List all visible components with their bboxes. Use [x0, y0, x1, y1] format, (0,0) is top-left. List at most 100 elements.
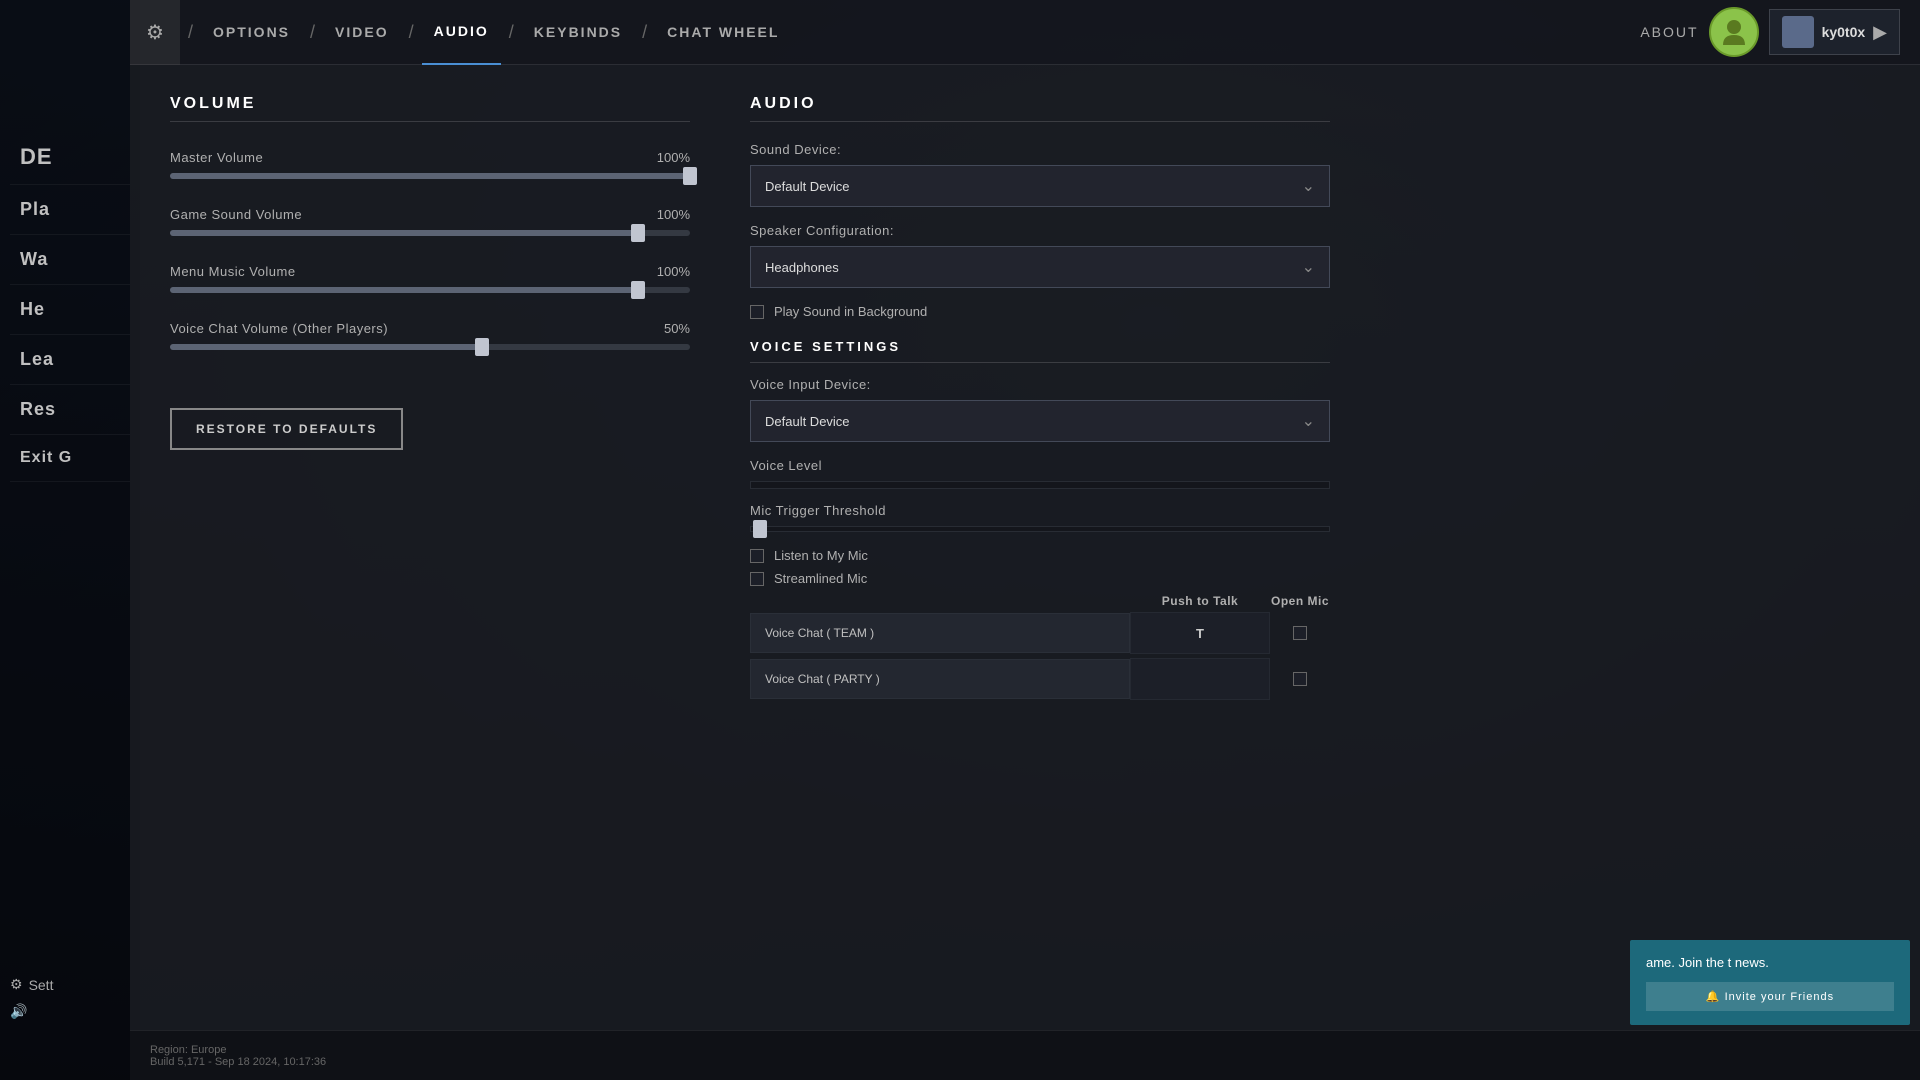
settings-panel: VOLUME Master Volume 100% Game Sound Vol…: [130, 65, 1920, 1080]
settings-link[interactable]: ⚙ Sett: [10, 976, 53, 993]
sound-device-value: Default Device: [765, 179, 850, 194]
listen-mic-checkbox[interactable]: [750, 549, 764, 563]
play-sound-bg-checkbox[interactable]: [750, 305, 764, 319]
left-menu-item-he[interactable]: He: [10, 285, 130, 335]
streamlined-mic-checkbox[interactable]: [750, 572, 764, 586]
left-panel: DE Pla Wa He Lea Res Exit G ⚙ Sett 🔊: [0, 0, 140, 1080]
volume-control-game: Game Sound Volume 100%: [170, 207, 690, 236]
voice-party-open-mic-cell: [1270, 658, 1330, 700]
voice-chat-label: Voice Chat Volume (Other Players): [170, 321, 388, 336]
nav-sep-1: /: [188, 22, 193, 43]
audio-section-title: AUDIO: [750, 95, 1330, 122]
user-profile-box[interactable]: ky0t0x ▶: [1769, 9, 1900, 55]
build-label: Build 5,171 - Sep 18 2024, 10:17:36: [150, 1056, 326, 1068]
nav-sep-5: /: [642, 22, 647, 43]
left-menu-item-pla[interactable]: Pla: [10, 185, 130, 235]
mic-threshold-thumb[interactable]: [753, 520, 767, 538]
sound-device-dropdown[interactable]: Default Device ⌄: [750, 165, 1330, 207]
nav-video[interactable]: VIDEO: [323, 0, 401, 65]
nav-keybinds[interactable]: KEYBINDS: [522, 0, 634, 65]
master-volume-value: 100%: [657, 150, 690, 165]
voice-level-label: Voice Level: [750, 458, 1330, 473]
voice-input-value: Default Device: [765, 414, 850, 429]
nav-audio[interactable]: AUDIO: [422, 0, 501, 65]
restore-defaults-button[interactable]: RESTORE TO DEFAULTS: [170, 408, 403, 450]
game-sound-thumb[interactable]: [631, 224, 645, 242]
voice-input-dropdown[interactable]: Default Device ⌄: [750, 400, 1330, 442]
avatar-icon: [1719, 17, 1749, 47]
nav-chat-wheel[interactable]: CHAT WHEEL: [655, 0, 791, 65]
nav-options[interactable]: OPTIONS: [201, 0, 302, 65]
voice-level-bar: [750, 481, 1330, 489]
speaker-config-label: Speaker Configuration:: [750, 223, 1330, 238]
gear-icon: ⚙: [10, 976, 23, 993]
voice-party-label: Voice Chat ( PARTY ): [750, 659, 1130, 699]
open-mic-col-header: Open Mic: [1270, 594, 1330, 608]
audio-icon: 🔊: [10, 1003, 27, 1019]
voice-row-team: Voice Chat ( TEAM ) T: [750, 612, 1330, 654]
top-bar: ⚙ / OPTIONS / VIDEO / AUDIO / KEYBINDS /…: [130, 0, 1920, 65]
master-volume-row: Master Volume 100%: [170, 150, 690, 165]
left-menu-item-res[interactable]: Res: [10, 385, 130, 435]
play-sound-bg-row: Play Sound in Background: [750, 304, 1330, 319]
left-menu-item-wa[interactable]: Wa: [10, 235, 130, 285]
gear-icon-container[interactable]: ⚙: [130, 0, 180, 65]
menu-music-label: Menu Music Volume: [170, 264, 296, 279]
volume-control-voice-chat: Voice Chat Volume (Other Players) 50%: [170, 321, 690, 350]
game-sound-label: Game Sound Volume: [170, 207, 302, 222]
menu-music-slider[interactable]: [170, 287, 690, 293]
master-volume-fill: [170, 173, 690, 179]
volume-control-master: Master Volume 100%: [170, 150, 690, 179]
master-volume-thumb[interactable]: [683, 167, 697, 185]
region-label: Region: Europe: [150, 1044, 326, 1056]
mic-threshold-bar[interactable]: [750, 526, 1330, 532]
master-volume-slider[interactable]: [170, 173, 690, 179]
mic-threshold-label: Mic Trigger Threshold: [750, 503, 1330, 518]
speaker-config-dropdown[interactable]: Headphones ⌄: [750, 246, 1330, 288]
nav-about[interactable]: ABOUT: [1640, 24, 1698, 40]
play-icon: ▶: [1873, 22, 1887, 43]
push-to-talk-col-header: Push to Talk: [1130, 594, 1270, 608]
nav-sep-3: /: [409, 22, 414, 43]
voice-party-open-mic-checkbox[interactable]: [1293, 672, 1307, 686]
volume-section-title: VOLUME: [170, 95, 690, 122]
audio-section: AUDIO Sound Device: Default Device ⌄ Spe…: [750, 95, 1330, 1050]
game-sound-row: Game Sound Volume 100%: [170, 207, 690, 222]
voice-chat-fill: [170, 344, 482, 350]
notification-text-content: ame. Join the t news.: [1646, 955, 1769, 970]
play-sound-bg-label: Play Sound in Background: [774, 304, 927, 319]
game-sound-slider[interactable]: [170, 230, 690, 236]
speaker-config-value: Headphones: [765, 260, 839, 275]
user-avatar[interactable]: [1709, 7, 1759, 57]
streamlined-mic-row: Streamlined Mic: [750, 571, 1330, 586]
voice-team-label: Voice Chat ( TEAM ): [750, 613, 1130, 653]
volume-control-music: Menu Music Volume 100%: [170, 264, 690, 293]
main-content: VOLUME Master Volume 100% Game Sound Vol…: [130, 65, 1920, 1080]
speaker-config-arrow: ⌄: [1302, 257, 1315, 277]
menu-music-value: 100%: [657, 264, 690, 279]
sound-device-arrow: ⌄: [1302, 176, 1315, 196]
menu-music-fill: [170, 287, 638, 293]
left-menu-item-exit[interactable]: Exit G: [10, 435, 130, 482]
sound-device-label: Sound Device:: [750, 142, 1330, 157]
username-label: ky0t0x: [1822, 24, 1866, 40]
invite-friends-button[interactable]: 🔔 Invite your Friends: [1646, 982, 1894, 1011]
top-nav: ⚙ / OPTIONS / VIDEO / AUDIO / KEYBINDS /…: [130, 0, 1640, 65]
voice-col-headers: Push to Talk Open Mic: [750, 594, 1330, 608]
voice-team-open-mic-checkbox[interactable]: [1293, 626, 1307, 640]
nav-sep-2: /: [310, 22, 315, 43]
menu-music-row: Menu Music Volume 100%: [170, 264, 690, 279]
mic-threshold-container: [750, 526, 1330, 532]
left-menu-item-de[interactable]: DE: [10, 130, 130, 185]
voice-chat-thumb[interactable]: [475, 338, 489, 356]
user-avatar-small: [1782, 16, 1814, 48]
voice-party-keybind[interactable]: [1130, 658, 1270, 700]
voice-chat-slider[interactable]: [170, 344, 690, 350]
audio-toggle[interactable]: 🔊: [10, 1003, 53, 1020]
settings-label: Sett: [29, 977, 54, 993]
master-volume-label: Master Volume: [170, 150, 263, 165]
left-bottom: ⚙ Sett 🔊: [10, 976, 53, 1020]
left-menu-item-lea[interactable]: Lea: [10, 335, 130, 385]
menu-music-thumb[interactable]: [631, 281, 645, 299]
voice-team-keybind[interactable]: T: [1130, 612, 1270, 654]
